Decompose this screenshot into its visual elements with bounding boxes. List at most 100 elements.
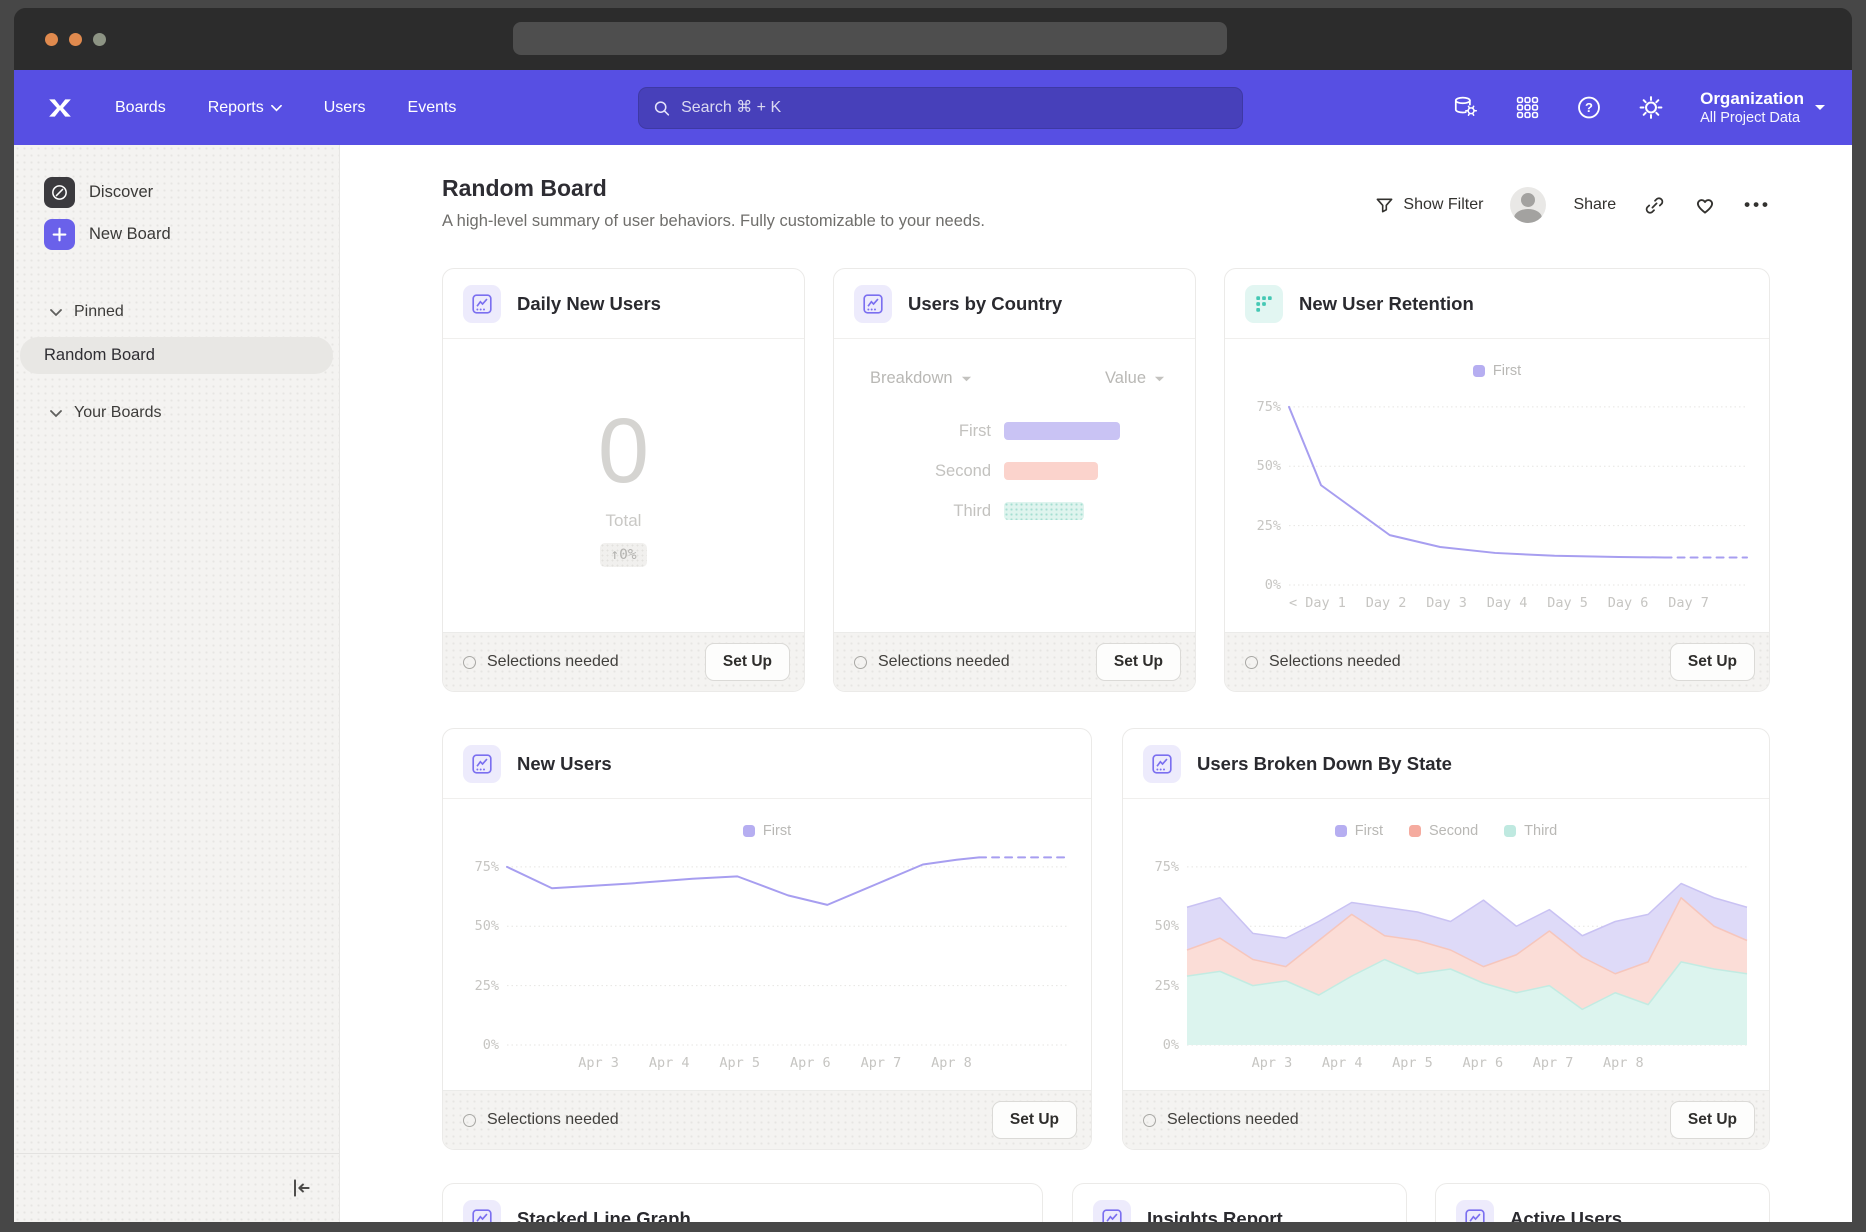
legend-swatch <box>743 825 755 837</box>
more-options-button[interactable]: ••• <box>1744 195 1771 215</box>
breakdown-row-label: Second <box>834 462 991 481</box>
org-switcher[interactable]: Organization All Project Data <box>1700 88 1826 127</box>
card-title: Users Broken Down By State <box>1197 753 1452 775</box>
sidebar: Discover New Board Pinned Random Board <box>14 145 340 1222</box>
board-main: Random Board A high-level summary of use… <box>340 145 1852 1222</box>
page-subtitle: A high-level summary of user behaviors. … <box>442 212 985 231</box>
help-icon[interactable]: ? <box>1576 95 1602 121</box>
breakdown-rows: First Second Third <box>834 411 1195 531</box>
card-users-by-state: Users Broken Down By State FirstSecondTh… <box>1122 728 1770 1150</box>
card-title: Daily New Users <box>517 293 661 315</box>
sidebar-item-random-board[interactable]: Random Board <box>20 337 333 374</box>
global-search[interactable] <box>638 87 1243 129</box>
plus-icon <box>44 219 75 250</box>
funnel-icon <box>1375 196 1394 215</box>
status-circle-icon <box>1245 656 1258 669</box>
status-text: Selections needed <box>1143 1111 1299 1129</box>
nav-item-events[interactable]: Events <box>408 99 457 117</box>
nav-item-reports[interactable]: Reports <box>208 99 282 117</box>
legend-swatch <box>1409 825 1421 837</box>
set-up-button[interactable]: Set Up <box>1670 1101 1755 1139</box>
line-chart-icon <box>463 1200 501 1222</box>
zoom-window-button[interactable] <box>93 33 106 46</box>
metric-label: Total <box>606 511 642 531</box>
sidebar-item-new-board[interactable]: New Board <box>44 213 339 255</box>
set-up-button[interactable]: Set Up <box>1670 643 1755 681</box>
breakdown-dropdown[interactable]: Breakdown <box>870 369 972 388</box>
nav-item-boards[interactable]: Boards <box>115 99 166 117</box>
sidebar-item-label: New Board <box>89 225 171 244</box>
breakdown-row-bar <box>1004 502 1084 520</box>
card-stacked-line-graph: Stacked Line Graph <box>442 1183 1043 1222</box>
card-title: Active Users <box>1510 1208 1622 1222</box>
legend-swatch <box>1504 825 1516 837</box>
chevron-down-icon <box>271 104 282 112</box>
line-chart-icon <box>1456 1200 1494 1222</box>
chevron-down-icon <box>1814 103 1826 112</box>
url-bar[interactable] <box>513 22 1227 55</box>
chart-legend: FirstSecondThird <box>1123 821 1769 841</box>
org-name: Organization <box>1700 88 1804 109</box>
breakdown-row-label: Third <box>834 502 991 521</box>
collapse-sidebar-icon[interactable] <box>289 1176 313 1200</box>
search-icon <box>653 99 671 118</box>
board-actions: Show Filter Share ••• <box>1375 187 1771 223</box>
status-text: Selections needed <box>463 1111 619 1129</box>
window-titlebar <box>14 8 1852 70</box>
set-up-button[interactable]: Set Up <box>705 643 790 681</box>
breakdown-row: Third <box>834 491 1195 531</box>
card-insights-report: Insights Report <box>1072 1183 1407 1222</box>
line-chart-icon <box>1143 745 1181 783</box>
compass-icon <box>44 177 75 208</box>
chevron-down-icon <box>50 308 62 317</box>
window-controls <box>45 33 106 46</box>
sidebar-section-your-boards[interactable]: Your Boards <box>50 396 339 430</box>
card-title: New Users <box>517 753 612 775</box>
retention-chart: First 75%50%25%0% < Day 1Day 2Day 3Day 4… <box>1225 339 1769 611</box>
sidebar-footer <box>14 1153 339 1222</box>
legend-swatch <box>1335 825 1347 837</box>
breakdown-row-bar <box>1004 422 1120 440</box>
new-users-chart: First 75%50%25%0% Apr 3Apr 4Apr 5Apr 6Ap… <box>443 799 1091 1071</box>
metric-value: 0 <box>598 405 649 497</box>
metric-body: 0 Total ↑0% <box>443 339 804 632</box>
sidebar-item-discover[interactable]: Discover <box>44 171 339 213</box>
set-up-button[interactable]: Set Up <box>992 1101 1077 1139</box>
gear-icon[interactable] <box>1638 95 1664 121</box>
close-window-button[interactable] <box>45 33 58 46</box>
nav-item-users[interactable]: Users <box>324 99 366 117</box>
top-navbar: Boards Reports Users Events <box>14 70 1852 145</box>
status-circle-icon <box>463 1114 476 1127</box>
mixpanel-logo-icon[interactable] <box>47 95 73 121</box>
line-chart-icon <box>1093 1200 1131 1222</box>
card-title: Stacked Line Graph <box>517 1208 691 1222</box>
chevron-down-icon <box>1154 375 1165 383</box>
status-text: Selections needed <box>854 653 1010 671</box>
heart-icon[interactable] <box>1693 193 1717 217</box>
search-input[interactable] <box>681 99 1228 117</box>
set-up-button[interactable]: Set Up <box>1096 643 1181 681</box>
app-window: Boards Reports Users Events <box>14 8 1852 1222</box>
card-new-user-retention: New User Retention First 75%50%25%0% < D… <box>1224 268 1770 692</box>
sidebar-item-label: Discover <box>89 183 153 202</box>
value-dropdown[interactable]: Value <box>1105 369 1165 388</box>
data-management-icon[interactable] <box>1452 95 1478 121</box>
avatar[interactable] <box>1510 187 1546 223</box>
card-title: Insights Report <box>1147 1208 1283 1222</box>
show-filter-button[interactable]: Show Filter <box>1375 196 1483 215</box>
link-icon[interactable] <box>1643 194 1666 217</box>
chevron-down-icon <box>50 409 62 418</box>
org-project: All Project Data <box>1700 109 1804 127</box>
line-chart-icon <box>463 745 501 783</box>
page-title: Random Board <box>442 175 607 202</box>
sidebar-section-pinned[interactable]: Pinned <box>50 295 339 329</box>
apps-grid-icon[interactable] <box>1514 95 1540 121</box>
breakdown-row: Second <box>834 451 1195 491</box>
breakdown-row-label: First <box>834 422 991 441</box>
breakdown-row-bar <box>1004 462 1098 480</box>
svg-text:?: ? <box>1585 100 1593 115</box>
card-title: Users by Country <box>908 293 1062 315</box>
share-button[interactable]: Share <box>1573 196 1616 214</box>
minimize-window-button[interactable] <box>69 33 82 46</box>
breakdown-row: First <box>834 411 1195 451</box>
